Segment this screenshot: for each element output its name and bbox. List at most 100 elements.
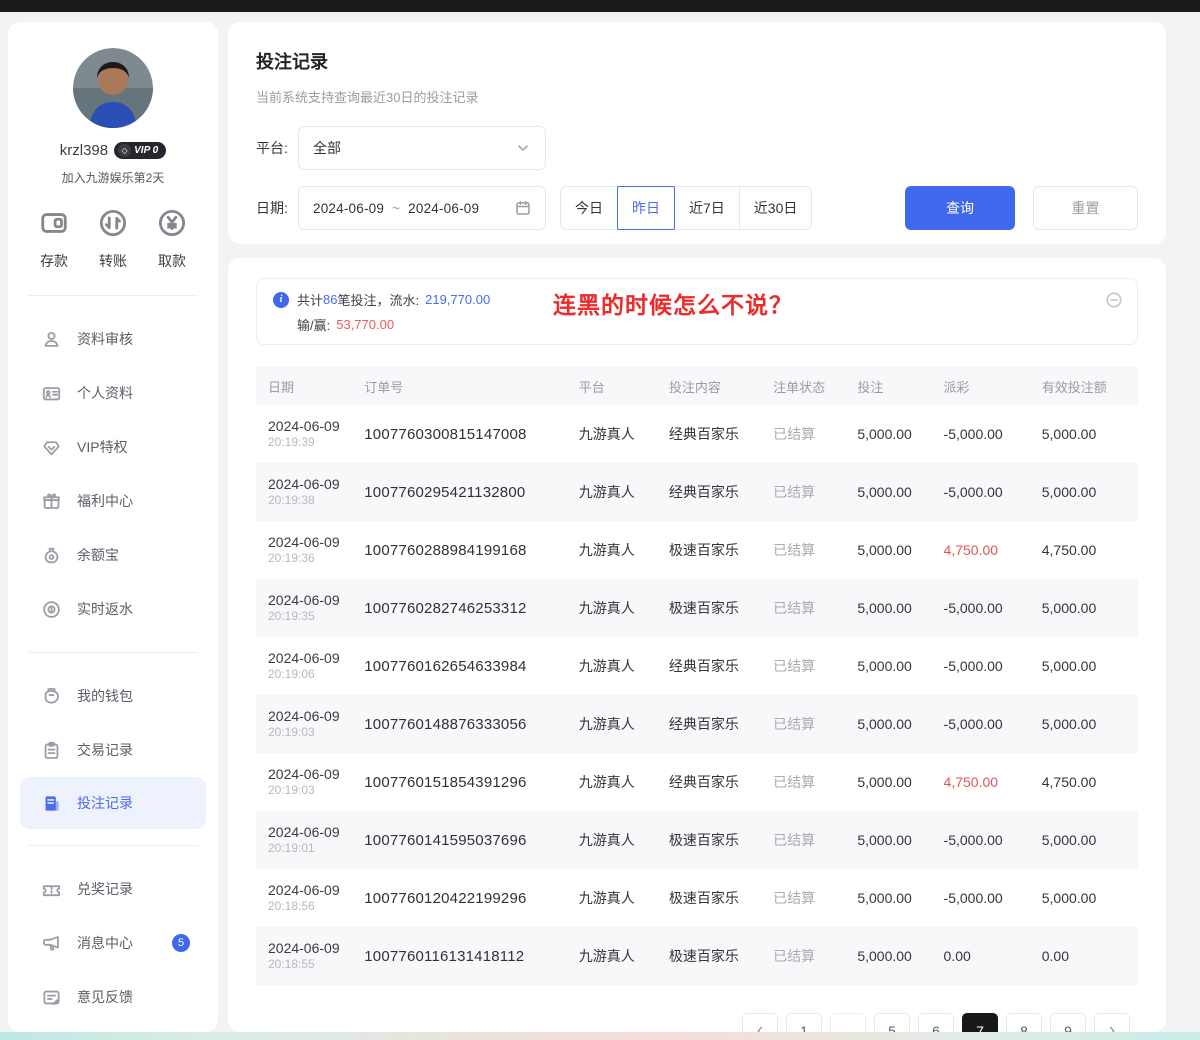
cell-time: 20:18:56 (268, 899, 356, 915)
cell-valid-amount: 5,000.00 (1038, 869, 1138, 927)
sidebar-item[interactable]: 帮助中心 (8, 1024, 218, 1032)
cell-bet-content: 极速百家乐 (665, 927, 769, 985)
wallet-icon (42, 687, 61, 706)
search-button[interactable]: 查询 (905, 186, 1015, 230)
table-row[interactable]: 2024-06-09 20:19:06 1007760162654633984 … (256, 637, 1138, 695)
cell-platform: 九游真人 (575, 405, 665, 463)
cell-payout: -5,000.00 (940, 463, 1038, 521)
filter-panel: 投注记录 当前系统支持查询最近30日的投注记录 平台: 全部 日期: 2024-… (228, 22, 1166, 244)
sidebar-item[interactable]: 兑奖记录 (8, 862, 218, 916)
cell-payout: -5,000.00 (940, 579, 1038, 637)
date-range-picker[interactable]: 2024-06-09 ~ 2024-06-09 (298, 186, 546, 230)
quick-action-0[interactable]: 存款 (26, 208, 82, 271)
username: krzl398 (60, 142, 108, 159)
table-row[interactable]: 2024-06-09 20:19:01 1007760141595037696 … (256, 811, 1138, 869)
table-row[interactable]: 2024-06-09 20:19:36 1007760288984199168 … (256, 521, 1138, 579)
transfer-icon (98, 208, 128, 238)
sidebar-item-label: 意见反馈 (77, 987, 133, 1007)
cell-platform: 九游真人 (575, 695, 665, 753)
column-header: 注单状态 (769, 367, 853, 405)
platform-select[interactable]: 全部 (298, 126, 546, 170)
platform-select-value: 全部 (313, 138, 341, 158)
sidebar-item[interactable]: 投注记录 (20, 777, 206, 829)
cell-time: 20:19:03 (268, 783, 356, 799)
cell-time: 20:19:36 (268, 551, 356, 567)
collapse-icon[interactable] (1105, 291, 1123, 309)
divider (28, 652, 198, 653)
avatar[interactable] (73, 48, 153, 128)
sidebar-item[interactable]: 资料审核 (8, 312, 218, 366)
ticket-icon (42, 880, 61, 899)
cell-status: 已结算 (769, 405, 853, 463)
column-header: 投注 (853, 367, 939, 405)
cell-date: 2024-06-09 (268, 881, 356, 899)
cell-platform: 九游真人 (575, 753, 665, 811)
cell-date: 2024-06-09 (268, 765, 356, 783)
cell-date: 2024-06-09 (268, 707, 356, 725)
bet-records-table: 日期订单号平台投注内容注单状态投注派彩有效投注额 2024-06-09 20:1… (256, 367, 1138, 985)
megaphone-icon (42, 934, 61, 953)
gift-icon (42, 492, 61, 511)
reset-button[interactable]: 重置 (1033, 186, 1138, 230)
sidebar-item-label: 消息中心 (77, 933, 133, 953)
cell-time: 20:19:03 (268, 725, 356, 741)
table-row[interactable]: 2024-06-09 20:18:56 1007760120422199296 … (256, 869, 1138, 927)
sidebar-item-label: 福利中心 (77, 491, 133, 511)
cell-date: 2024-06-09 (268, 417, 356, 435)
range-button[interactable]: 昨日 (617, 186, 675, 230)
cell-payout: 4,750.00 (940, 753, 1038, 811)
cell-valid-amount: 5,000.00 (1038, 811, 1138, 869)
cell-bet-content: 极速百家乐 (665, 811, 769, 869)
cell-platform: 九游真人 (575, 811, 665, 869)
cell-bet-amount: 5,000.00 (853, 521, 939, 579)
cell-valid-amount: 0.00 (1038, 927, 1138, 985)
unread-badge: 5 (172, 934, 190, 952)
cell-time: 20:19:39 (268, 435, 356, 451)
sidebar-item[interactable]: 我的钱包 (8, 669, 218, 723)
cell-order-number: 1007760148876333056 (360, 695, 574, 753)
quick-action-label: 转账 (85, 251, 141, 271)
table-row[interactable]: 2024-06-09 20:19:03 1007760151854391296 … (256, 753, 1138, 811)
date-from: 2024-06-09 (313, 201, 384, 216)
sidebar-item-label: 个人资料 (77, 383, 133, 403)
table-row[interactable]: 2024-06-09 20:19:38 1007760295421132800 … (256, 463, 1138, 521)
cell-bet-amount: 5,000.00 (853, 811, 939, 869)
column-header: 投注内容 (665, 367, 769, 405)
cell-bet-content: 经典百家乐 (665, 753, 769, 811)
quick-range-group: 今日昨日近7日近30日 (560, 186, 812, 230)
user-audit-icon (42, 330, 61, 349)
sidebar: krzl398 ◇ VIP 0 加入九游娱乐第2天 存款 转账 取款 资料审核 … (8, 22, 218, 1032)
range-button[interactable]: 今日 (560, 186, 618, 230)
table-row[interactable]: 2024-06-09 20:18:55 1007760116131418112 … (256, 927, 1138, 985)
sidebar-item[interactable]: 个人资料 (8, 366, 218, 420)
sidebar-item[interactable]: VIP特权 (8, 420, 218, 474)
cell-order-number: 1007760116131418112 (360, 927, 574, 985)
deposit-icon (39, 208, 69, 238)
range-button[interactable]: 近7日 (674, 186, 740, 230)
cell-status: 已结算 (769, 637, 853, 695)
quick-action-1[interactable]: 转账 (85, 208, 141, 271)
cell-order-number: 1007760282746253312 (360, 579, 574, 637)
table-row[interactable]: 2024-06-09 20:19:03 1007760148876333056 … (256, 695, 1138, 753)
cell-payout: -5,000.00 (940, 695, 1038, 753)
table-row[interactable]: 2024-06-09 20:19:35 1007760282746253312 … (256, 579, 1138, 637)
sidebar-item[interactable]: 消息中心 5 (8, 916, 218, 970)
sidebar-item[interactable]: 福利中心 (8, 474, 218, 528)
cell-payout: -5,000.00 (940, 811, 1038, 869)
sidebar-item-label: 实时返水 (77, 599, 133, 619)
sidebar-item[interactable]: 交易记录 (8, 723, 218, 777)
calendar-icon (515, 200, 531, 216)
cell-time: 20:19:38 (268, 493, 356, 509)
cell-time: 20:19:06 (268, 667, 356, 683)
sidebar-item[interactable]: 意见反馈 (8, 970, 218, 1024)
cell-order-number: 1007760162654633984 (360, 637, 574, 695)
cell-payout: -5,000.00 (940, 637, 1038, 695)
sidebar-item[interactable]: 实时返水 (8, 582, 218, 636)
quick-action-label: 存款 (26, 251, 82, 271)
cell-bet-amount: 5,000.00 (853, 405, 939, 463)
sidebar-item[interactable]: 余额宝 (8, 528, 218, 582)
vip-badge[interactable]: ◇ VIP 0 (114, 142, 166, 159)
range-button[interactable]: 近30日 (739, 186, 813, 230)
table-row[interactable]: 2024-06-09 20:19:39 1007760300815147008 … (256, 405, 1138, 463)
quick-action-2[interactable]: 取款 (144, 208, 200, 271)
